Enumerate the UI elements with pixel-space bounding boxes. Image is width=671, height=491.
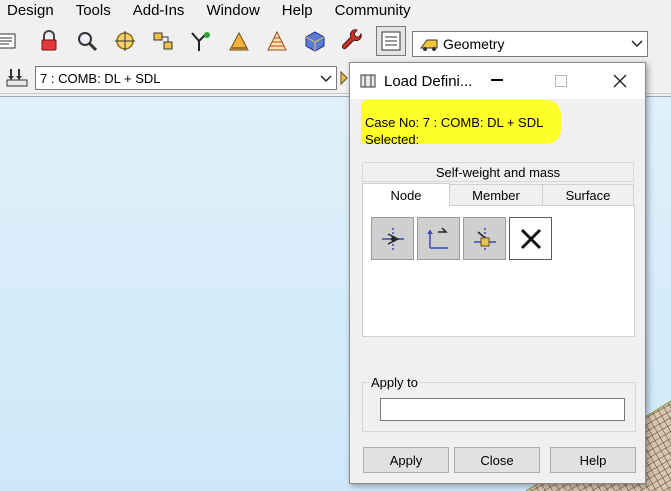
node-load-panel [362, 205, 635, 337]
menu-window[interactable]: Window [198, 1, 269, 21]
view-combo-value: Geometry [443, 36, 505, 52]
wrench-icon[interactable] [338, 26, 368, 56]
report-icon[interactable] [0, 26, 22, 56]
structure-wizard-icon[interactable] [148, 26, 178, 56]
delete-load-button[interactable] [509, 217, 552, 260]
load-case-value: 7 : COMB: DL + SDL [40, 70, 161, 86]
help-button[interactable]: Help [550, 447, 636, 473]
self-weight-header[interactable]: Self-weight and mass [362, 162, 634, 182]
menu-help[interactable]: Help [274, 1, 323, 21]
apply-button[interactable]: Apply [363, 447, 449, 473]
menu-bar: Design Tools Add-Ins Window Help Communi… [0, 0, 671, 22]
mesh-icon[interactable] [262, 26, 292, 56]
lock-icon[interactable] [34, 26, 64, 56]
dialog-titlebar[interactable]: Load Defini... [350, 63, 645, 99]
delete-icon [520, 228, 541, 249]
case-number-text: Case No: 7 : COMB: DL + SDL [365, 115, 544, 130]
maximize-icon[interactable] [555, 75, 567, 87]
dialog-title: Load Defini... [384, 73, 473, 90]
nodal-load-icon [381, 227, 404, 250]
region-load-icon [473, 227, 496, 250]
support-displacement-icon [426, 226, 448, 249]
zoom-target-icon[interactable] [110, 26, 140, 56]
tab-member[interactable]: Member [449, 184, 543, 205]
support-displacement-button[interactable] [417, 217, 460, 260]
page-control-icon[interactable] [376, 26, 406, 56]
load-case-combo[interactable]: 7 : COMB: DL + SDL [35, 66, 337, 90]
overflow-icon[interactable] [339, 70, 349, 86]
selected-text: Selected: [365, 132, 420, 147]
measure-icon[interactable] [224, 26, 254, 56]
region-load-button[interactable] [463, 217, 506, 260]
chevron-down-icon [320, 75, 332, 83]
dialog-app-icon [360, 74, 376, 88]
node-tool-icon[interactable] [186, 26, 216, 56]
apply-to-label: Apply to [370, 375, 419, 390]
close-button[interactable]: Close [454, 447, 540, 473]
menu-add-ins[interactable]: Add-Ins [125, 1, 195, 21]
menu-tools[interactable]: Tools [68, 1, 121, 21]
tab-surface[interactable]: Surface [542, 184, 634, 205]
cube-icon[interactable] [300, 26, 330, 56]
apply-to-field[interactable] [380, 398, 625, 421]
view-combo[interactable]: Geometry [412, 31, 648, 57]
self-weight-label: Self-weight and mass [435, 164, 561, 180]
geometry-icon [420, 39, 438, 51]
tab-node[interactable]: Node [362, 183, 450, 206]
menu-community[interactable]: Community [327, 1, 421, 21]
load-tabs: Node Member Surface [362, 183, 634, 206]
minimize-icon[interactable] [491, 79, 503, 81]
close-icon[interactable] [612, 73, 628, 89]
zoom-icon[interactable] [72, 26, 102, 56]
menu-design[interactable]: Design [0, 1, 64, 21]
chevron-down-icon [631, 40, 643, 48]
load-icon[interactable] [5, 66, 29, 90]
nodal-load-button[interactable] [371, 217, 414, 260]
